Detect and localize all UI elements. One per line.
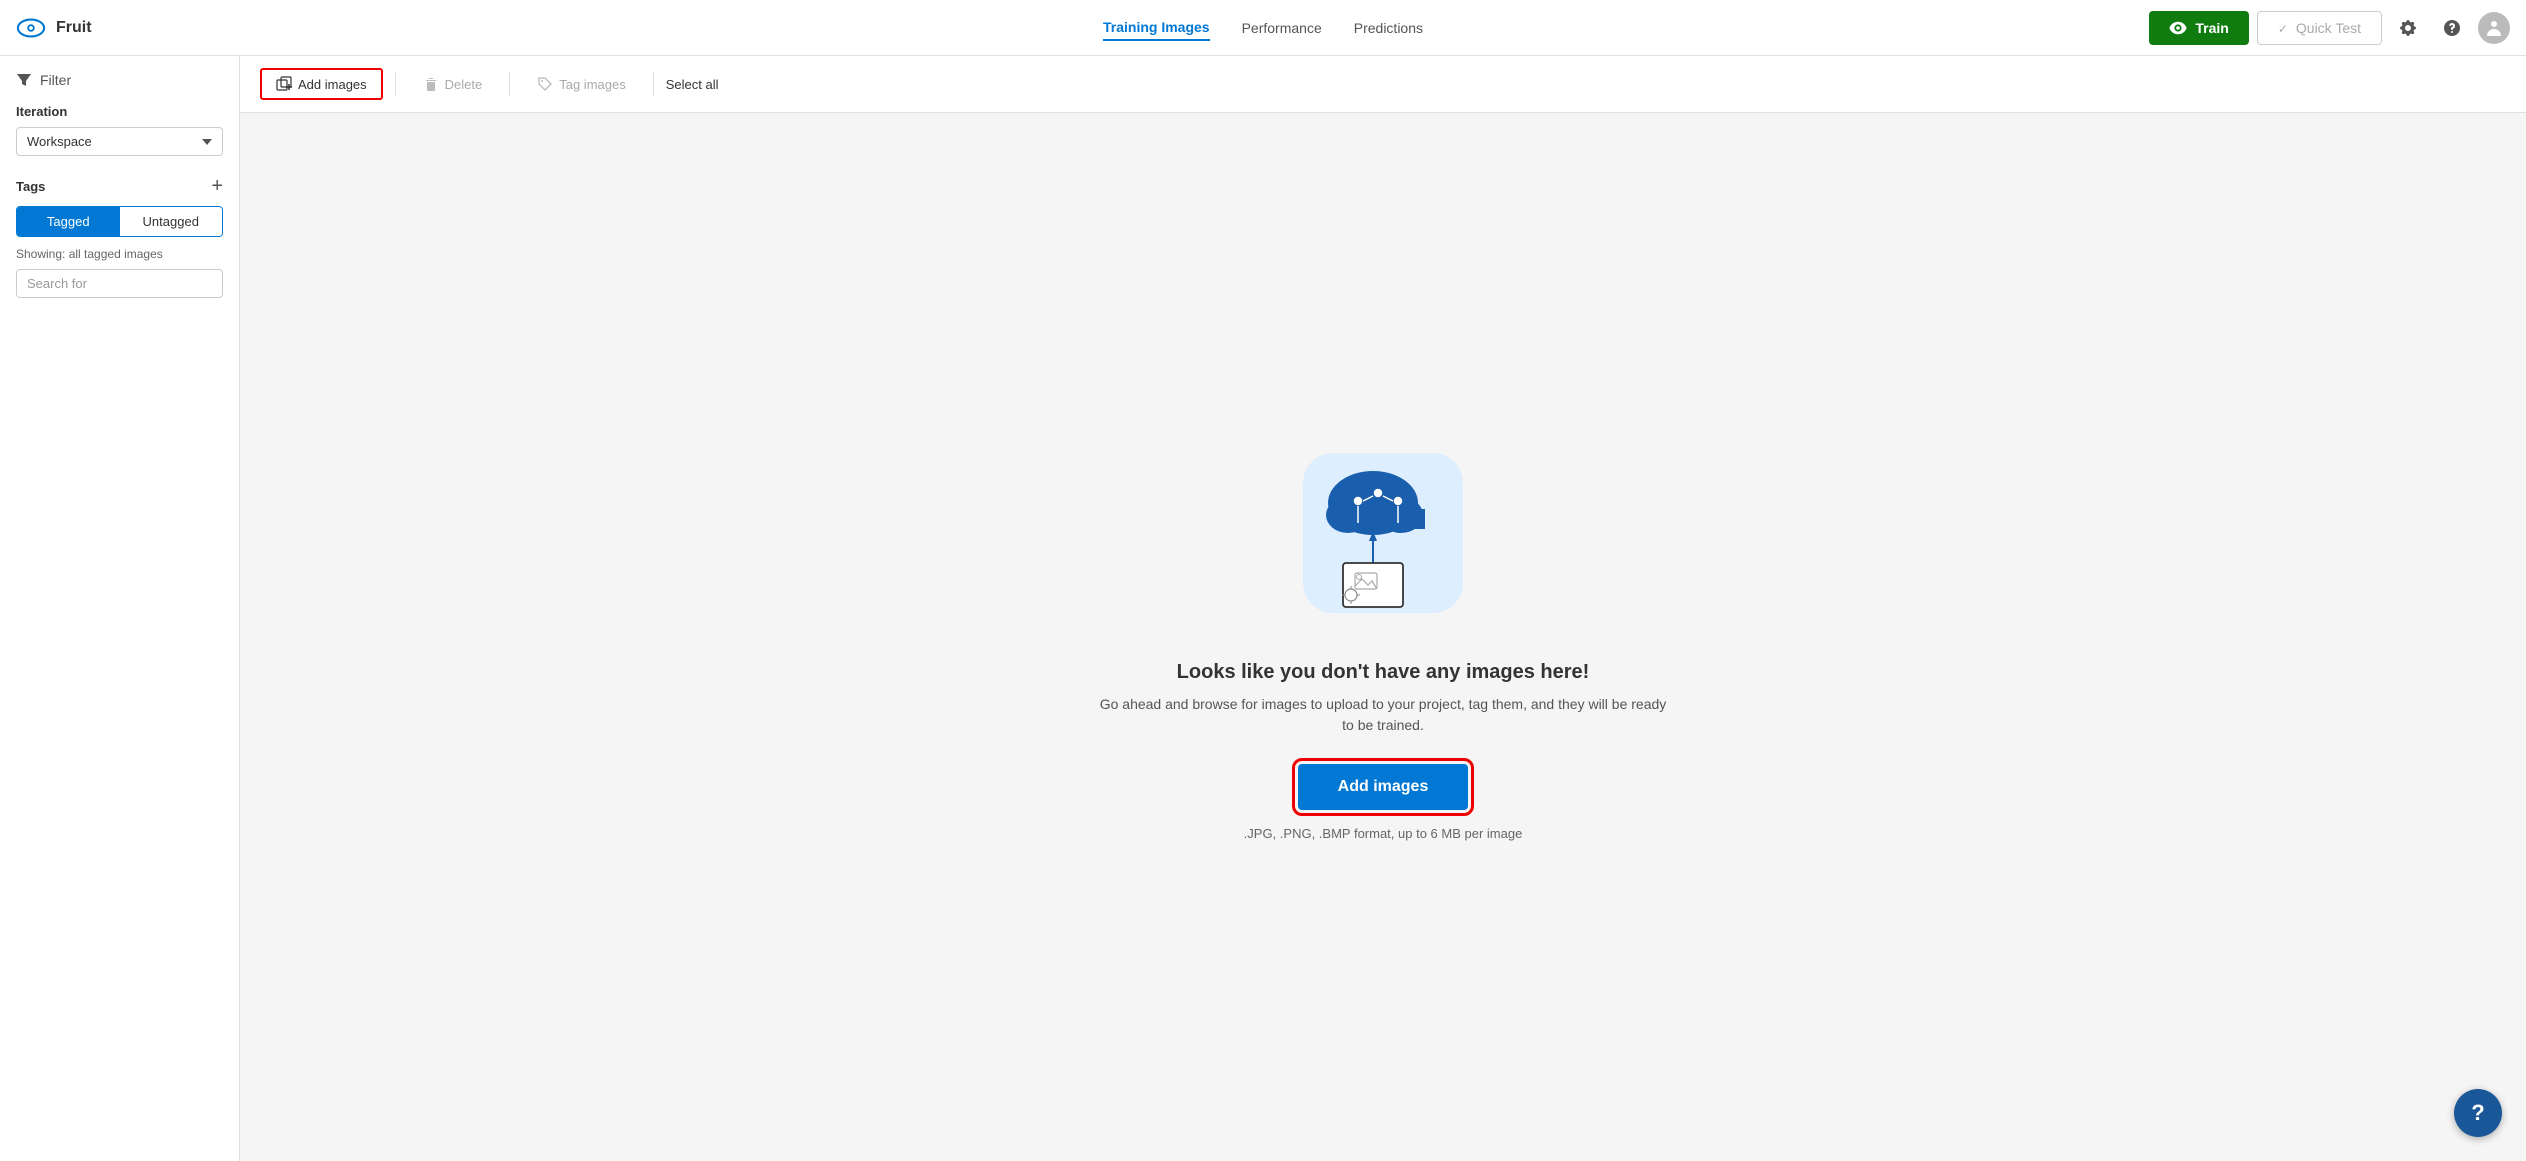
filter-icon <box>16 72 32 88</box>
nav-predictions[interactable]: Predictions <box>1354 16 1423 40</box>
tagged-untagged-toggle: Tagged Untagged <box>16 206 223 237</box>
app-header: Fruit Training Images Performance Predic… <box>0 0 2526 56</box>
check-icon <box>2278 20 2288 36</box>
format-hint: .JPG, .PNG, .BMP format, up to 6 MB per … <box>1244 826 1523 841</box>
main-nav: Training Images Performance Predictions <box>1103 15 1423 41</box>
filter-row[interactable]: Filter <box>16 72 223 88</box>
settings-button[interactable] <box>2390 14 2426 42</box>
toolbar-sep-1 <box>395 72 396 96</box>
toolbar: Add images Delete Tag images Select all <box>240 56 2526 113</box>
tags-header: Tags + <box>16 176 223 196</box>
help-fab-button[interactable]: ? <box>2454 1089 2502 1137</box>
main-layout: Filter Iteration Workspace Tags + Tagged… <box>0 56 2526 1161</box>
search-input[interactable] <box>16 269 223 298</box>
add-images-button[interactable]: Add images <box>260 68 383 100</box>
toolbar-sep-3 <box>653 72 654 96</box>
tagged-button[interactable]: Tagged <box>17 207 120 236</box>
add-tag-button[interactable]: + <box>211 176 223 196</box>
iteration-select[interactable]: Workspace <box>16 127 223 156</box>
question-icon <box>2442 18 2462 38</box>
empty-subtitle: Go ahead and browse for images to upload… <box>1093 694 1673 736</box>
user-avatar[interactable] <box>2478 12 2510 44</box>
untagged-button[interactable]: Untagged <box>120 207 223 236</box>
help-header-button[interactable] <box>2434 14 2470 42</box>
filter-label: Filter <box>40 72 71 88</box>
sidebar: Filter Iteration Workspace Tags + Tagged… <box>0 56 240 1161</box>
iteration-label: Iteration <box>16 104 223 119</box>
tag-images-icon <box>537 76 553 92</box>
tags-label: Tags <box>16 179 45 194</box>
gear-train-icon <box>2169 19 2187 37</box>
nav-training-images[interactable]: Training Images <box>1103 15 1210 41</box>
content-area: Add images Delete Tag images Select all <box>240 56 2526 1161</box>
add-images-icon <box>276 76 292 92</box>
app-logo-area: Fruit <box>16 13 216 43</box>
header-actions: Train Quick Test <box>2149 11 2510 45</box>
avatar-icon <box>2484 18 2504 38</box>
train-button[interactable]: Train <box>2149 11 2248 45</box>
empty-state: Looks like you don't have any images her… <box>240 113 2526 1161</box>
toolbar-sep-2 <box>509 72 510 96</box>
add-images-center-button[interactable]: Add images <box>1298 764 1469 810</box>
nav-performance[interactable]: Performance <box>1242 16 1322 40</box>
empty-state-illustration <box>1283 433 1483 633</box>
settings-icon <box>2398 18 2418 38</box>
showing-text: Showing: all tagged images <box>16 247 223 261</box>
app-title: Fruit <box>56 19 92 37</box>
delete-icon <box>423 76 439 92</box>
tag-images-button[interactable]: Tag images <box>522 69 640 99</box>
quick-test-button[interactable]: Quick Test <box>2257 11 2382 45</box>
delete-button[interactable]: Delete <box>408 69 498 99</box>
empty-title: Looks like you don't have any images her… <box>1177 661 1590 684</box>
select-all-button[interactable]: Select all <box>666 77 719 92</box>
app-logo-icon <box>16 13 46 43</box>
